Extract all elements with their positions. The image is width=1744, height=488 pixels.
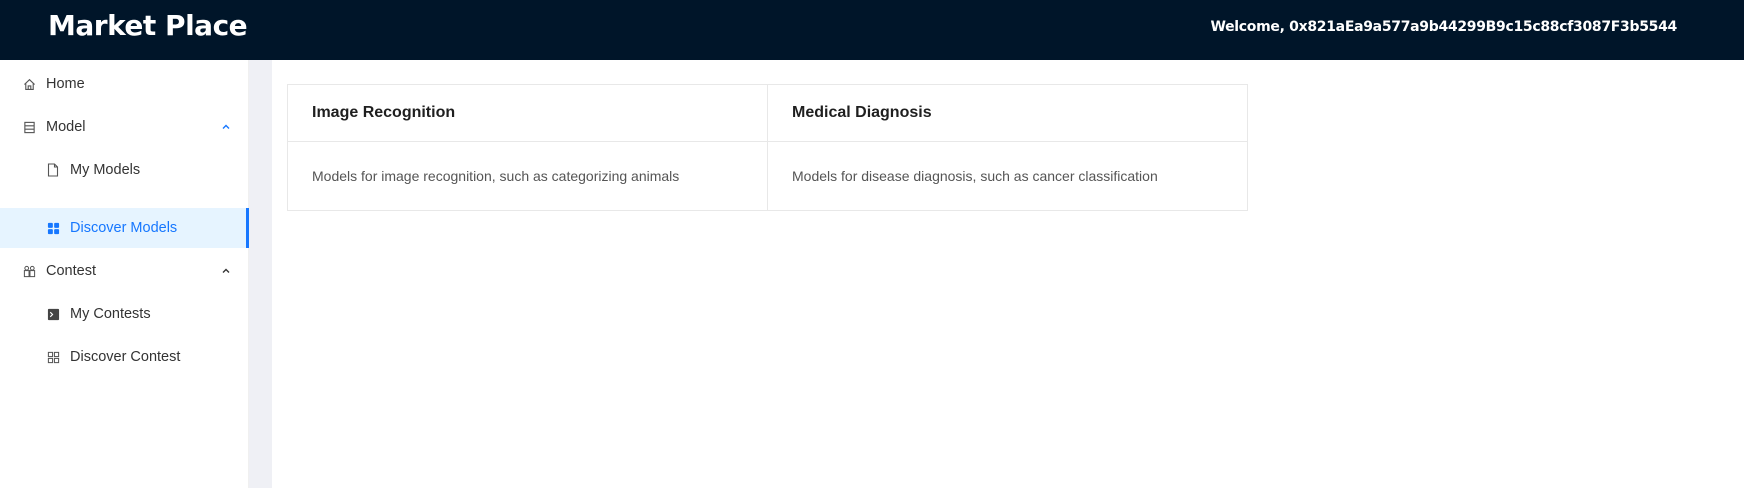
grid-icon [46, 350, 60, 364]
card-title: Medical Diagnosis [768, 85, 1247, 142]
top-header: Market Place Welcome, 0x821aEa9a577a9b44… [0, 0, 1744, 60]
sidebar-item-model[interactable]: Model [0, 107, 249, 147]
model-icon [22, 120, 36, 134]
welcome-text: Welcome, 0x821aEa9a577a9b44299B9c15c88cf… [1210, 19, 1677, 35]
sidebar-menu: Home Model My Models Discover Models Con… [0, 60, 249, 488]
sidebar-item-label: My Models [70, 162, 141, 178]
contest-icon [22, 264, 36, 278]
app-title[interactable]: Market Place [48, 9, 248, 42]
sidebar-item-label: My Contests [70, 306, 151, 322]
terminal-icon [46, 307, 60, 321]
card-title: Image Recognition [288, 85, 767, 142]
file-icon [46, 163, 60, 177]
sidebar-item-discover-contest[interactable]: Discover Contest [0, 337, 249, 377]
sidebar-item-my-models[interactable]: My Models [0, 150, 249, 190]
category-card-image-recognition[interactable]: Image Recognition Models for image recog… [287, 84, 768, 211]
category-card-medical-diagnosis[interactable]: Medical Diagnosis Models for disease dia… [767, 84, 1248, 211]
chevron-up-icon[interactable] [221, 122, 231, 132]
sidebar-item-label: Model [46, 119, 86, 135]
chevron-up-icon[interactable] [221, 266, 231, 276]
sidebar-item-contest[interactable]: Contest [0, 251, 249, 291]
home-icon [22, 77, 36, 91]
apps-icon [46, 221, 60, 235]
sidebar-item-label: Home [46, 76, 85, 92]
sidebar-item-my-contests[interactable]: My Contests [0, 294, 249, 334]
sidebar-item-label: Contest [46, 263, 96, 279]
main-content: Image Recognition Models for image recog… [272, 60, 1744, 488]
sidebar-item-discover-models[interactable]: Discover Models [0, 208, 249, 248]
sidebar-item-label: Discover Contest [70, 349, 181, 365]
sidebar-item-home[interactable]: Home [0, 64, 249, 104]
card-description: Models for disease diagnosis, such as ca… [792, 168, 1158, 184]
layout-gutter [249, 60, 272, 488]
sidebar-item-label: Discover Models [70, 220, 178, 236]
card-description: Models for image recognition, such as ca… [312, 168, 680, 184]
